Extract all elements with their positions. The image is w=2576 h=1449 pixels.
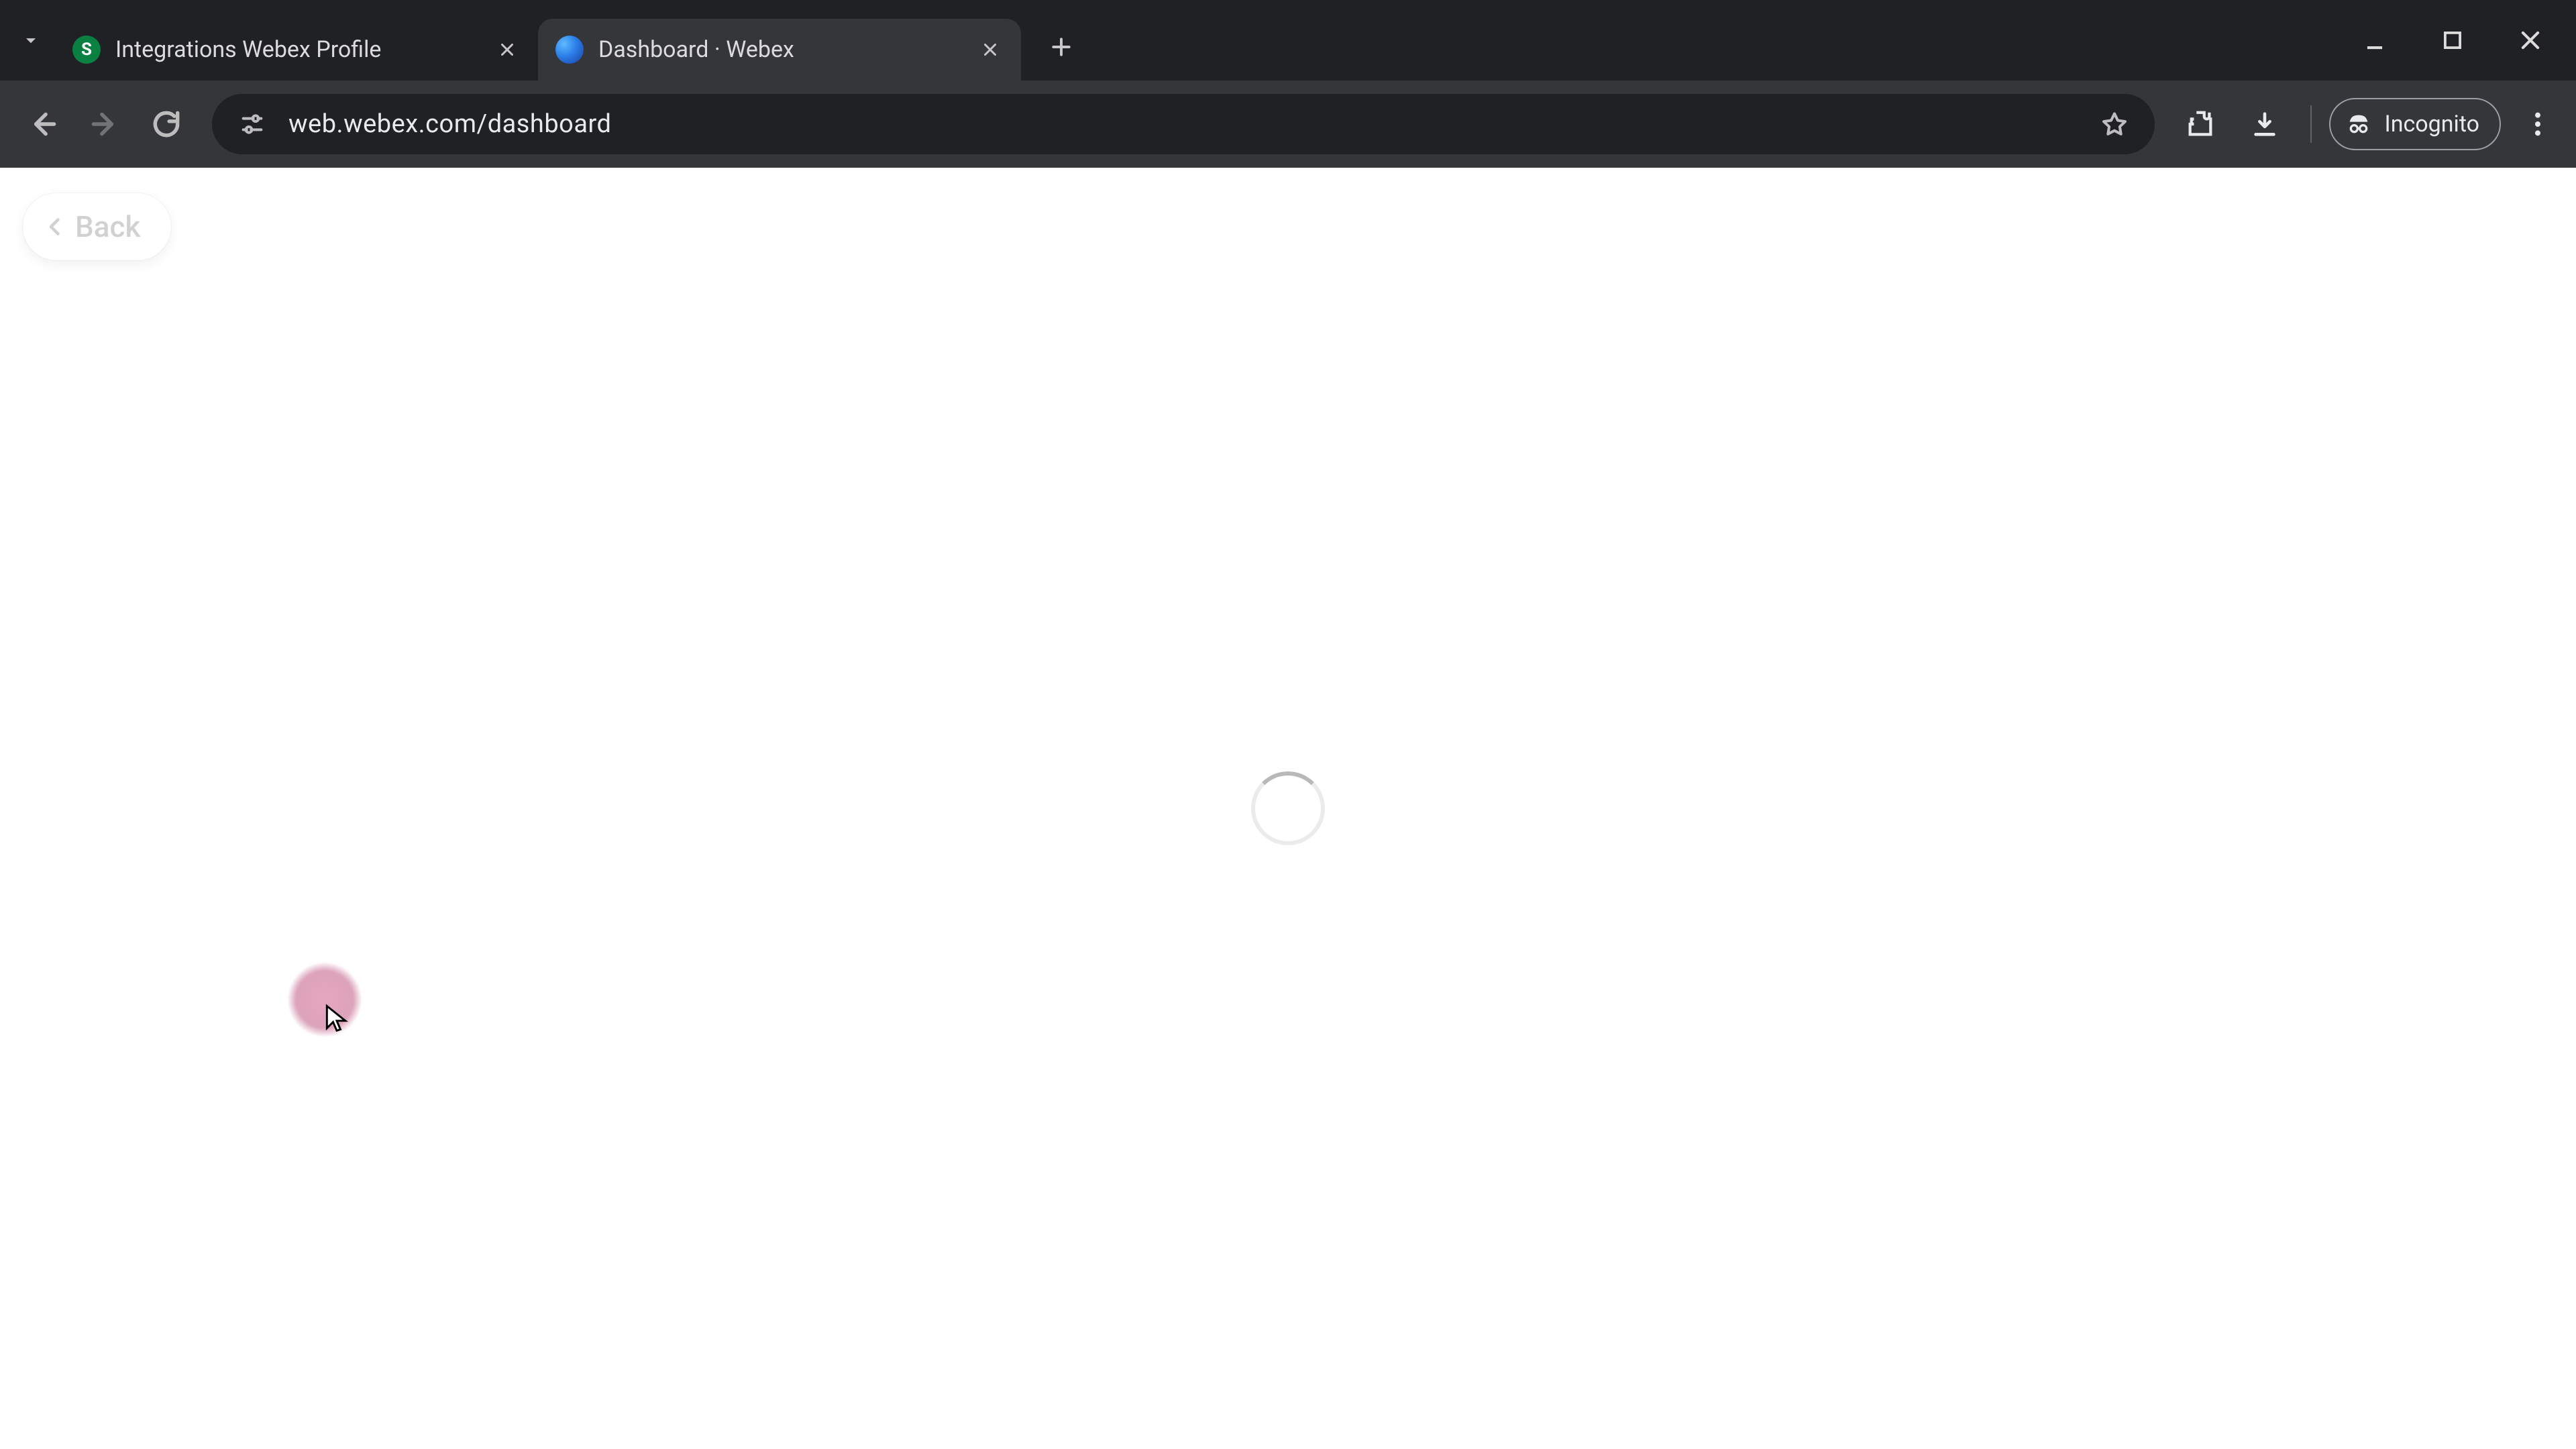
nav-forward-button[interactable] [76, 96, 133, 152]
tab-title: Integrations Webex Profile [115, 36, 479, 63]
kebab-icon [2534, 109, 2541, 139]
address-bar[interactable]: web.webex.com/dashboard [212, 94, 2155, 154]
toolbar-right: Incognito [2172, 96, 2561, 152]
window-maximize-button[interactable] [2432, 20, 2473, 60]
close-icon [2518, 28, 2543, 53]
toolbar: web.webex.com/dashboard [0, 80, 2576, 168]
window-controls [2355, 0, 2569, 80]
plus-icon [1048, 34, 1075, 60]
incognito-indicator[interactable]: Incognito [2329, 98, 2501, 150]
tab-integrations-webex-profile[interactable]: S Integrations Webex Profile [55, 19, 538, 80]
incognito-label: Incognito [2384, 111, 2479, 138]
browser-chrome: S Integrations Webex Profile Dashboard ·… [0, 0, 2576, 168]
tab-close-button[interactable] [494, 36, 521, 63]
star-icon [2100, 109, 2129, 139]
browser-menu-button[interactable] [2514, 96, 2561, 152]
extensions-button[interactable] [2172, 96, 2229, 152]
bookmark-button[interactable] [2097, 107, 2132, 142]
arrow-right-icon [88, 107, 121, 141]
site-info-button[interactable] [235, 107, 270, 142]
page-back-button[interactable]: Back [23, 193, 171, 260]
window-frame: S Integrations Webex Profile Dashboard ·… [0, 0, 2576, 1449]
reload-button[interactable] [138, 96, 195, 152]
window-close-button[interactable] [2510, 20, 2551, 60]
window-minimize-button[interactable] [2355, 20, 2395, 60]
new-tab-button[interactable] [1037, 23, 1085, 71]
favicon-green-s-icon: S [72, 36, 101, 64]
downloads-button[interactable] [2237, 96, 2293, 152]
download-icon [2249, 109, 2280, 140]
page-back-label: Back [75, 209, 140, 244]
favicon-webex-icon [555, 36, 584, 64]
incognito-icon [2345, 111, 2372, 138]
url-text: web.webex.com/dashboard [288, 109, 2078, 139]
minimize-icon [2362, 28, 2387, 53]
tune-icon [239, 111, 266, 138]
toolbar-divider [2310, 105, 2312, 143]
puzzle-icon [2185, 109, 2216, 140]
cursor-highlight-icon [288, 963, 362, 1036]
arrow-left-icon [26, 107, 60, 141]
nav-back-button[interactable] [15, 96, 71, 152]
reload-icon [150, 107, 183, 141]
maximize-icon [2440, 28, 2465, 53]
tab-search-dropdown[interactable] [12, 21, 50, 59]
page-content: Back [0, 168, 2576, 1449]
loading-spinner-icon [1251, 771, 1325, 845]
tab-strip: S Integrations Webex Profile Dashboard ·… [0, 0, 2576, 80]
tab-title: Dashboard · Webex [598, 36, 962, 63]
tab-close-button[interactable] [977, 36, 1004, 63]
chevron-down-icon [19, 29, 42, 52]
chevron-left-icon [43, 215, 67, 239]
close-icon [980, 40, 1000, 60]
close-icon [497, 40, 517, 60]
tab-dashboard-webex[interactable]: Dashboard · Webex [538, 19, 1021, 80]
